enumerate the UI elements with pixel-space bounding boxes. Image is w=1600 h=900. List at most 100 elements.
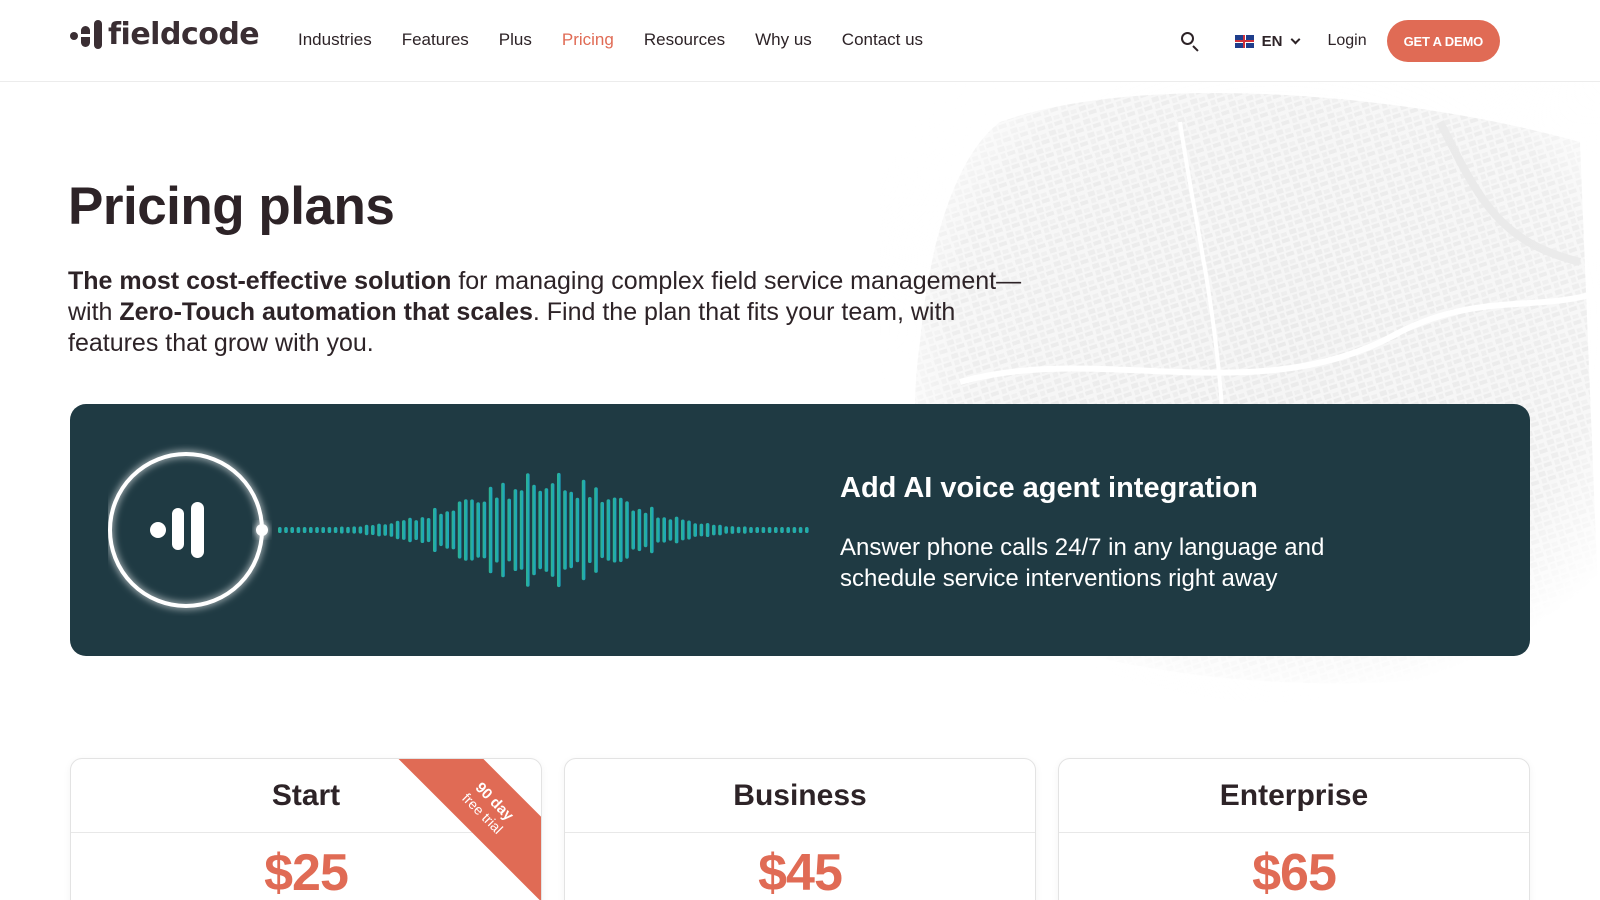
search-icon[interactable] — [1179, 30, 1201, 52]
waveform-bar — [451, 510, 456, 550]
waveform-bar — [705, 523, 710, 537]
voice-waveform-icon — [108, 452, 809, 608]
waveform-bar — [309, 527, 313, 533]
waveform-bar — [674, 516, 679, 544]
plan-name: Business — [565, 759, 1035, 833]
waveform-bar — [736, 526, 741, 534]
waveform-bar — [420, 517, 425, 543]
waveform-bar — [767, 527, 772, 533]
waveform-bar — [333, 527, 338, 533]
waveform-bar — [656, 517, 660, 543]
waveform-bar — [600, 501, 604, 559]
waveform-bar — [395, 520, 400, 540]
waveform-bar — [402, 520, 406, 540]
plan-card-business[interactable]: Business $45 — [564, 758, 1036, 900]
waveform-bar — [358, 526, 363, 534]
waveform-bar — [743, 526, 747, 534]
waveform-bar — [445, 511, 449, 549]
waveform-bar — [798, 527, 803, 533]
waveform-bar — [619, 497, 623, 563]
waveform-bar — [612, 497, 617, 563]
nav-item-why-us[interactable]: Why us — [755, 28, 812, 52]
waveform-bar — [749, 527, 753, 533]
waveform-bar — [302, 527, 307, 533]
waveform-bar — [606, 499, 611, 561]
page-title: Pricing plans — [68, 177, 395, 236]
waveform-bar — [774, 527, 778, 533]
uk-flag-icon — [1234, 34, 1254, 48]
waveform-bar — [687, 520, 691, 540]
waveform-bar — [662, 517, 666, 543]
plan-price: $25 — [264, 844, 349, 900]
waveform-bar — [464, 499, 468, 561]
waveform-bar — [346, 526, 350, 534]
waveform-bar — [389, 523, 394, 537]
waveform-bar — [470, 499, 474, 561]
waveform-bar — [482, 501, 487, 559]
main-nav: Industries Features Plus Pricing Resourc… — [298, 28, 923, 52]
waveform-bar — [495, 497, 499, 563]
brand-name: fieldcode — [108, 17, 260, 52]
hero-bold-2: Zero-Touch automation that scales — [119, 298, 533, 326]
waveform-bar — [581, 479, 586, 581]
waveform-bar — [631, 510, 635, 550]
waveform-bar — [278, 527, 282, 533]
nav-item-pricing[interactable]: Pricing — [562, 28, 614, 52]
waveform-bar — [408, 517, 412, 543]
waveform-bar — [792, 527, 797, 533]
waveform-bar — [650, 506, 654, 554]
waveform-bar — [284, 527, 288, 533]
waveform-bar — [340, 526, 344, 534]
pricing-cards: Start $25 90 day free trial Business $45… — [70, 758, 1530, 900]
waveform-bar — [457, 501, 462, 559]
banner-description: Answer phone calls 24/7 in any language … — [840, 534, 1325, 592]
waveform-bar — [588, 497, 592, 563]
waveform-bar — [488, 486, 493, 574]
plan-card-start[interactable]: Start $25 90 day free trial — [70, 758, 542, 900]
hero-description: The most cost-effective solution for man… — [68, 266, 1028, 359]
waveform-bar — [371, 525, 375, 535]
waveform-bar — [364, 524, 369, 536]
nav-item-plus[interactable]: Plus — [499, 28, 532, 52]
waveform-bar — [693, 523, 697, 537]
waveform-bar — [780, 527, 784, 533]
nav-item-industries[interactable]: Industries — [298, 28, 372, 52]
waveform-bar — [637, 508, 642, 552]
waveform-bar — [414, 520, 418, 540]
waveform-bar — [755, 527, 759, 533]
language-selector[interactable]: EN — [1234, 32, 1301, 50]
nav-item-contact-us[interactable]: Contact us — [842, 28, 923, 52]
waveform-bar — [557, 472, 561, 588]
plan-card-enterprise[interactable]: Enterprise $65 — [1058, 758, 1530, 900]
waveform-bar — [681, 519, 685, 541]
waveform-bar — [315, 527, 319, 533]
waveform-bar — [668, 519, 673, 541]
site-header: fieldcode Industries Features Plus Prici… — [0, 0, 1600, 82]
waveform-bar — [712, 524, 716, 536]
nav-item-resources[interactable]: Resources — [644, 28, 725, 52]
waveform-bar — [433, 507, 437, 552]
waveform-bar — [383, 524, 387, 536]
waveform-bar — [544, 488, 549, 572]
login-link[interactable]: Login — [1327, 32, 1366, 50]
waveform-bar — [761, 527, 766, 533]
waveform-bar — [569, 491, 573, 569]
header-actions: EN Login GET A DEMO — [1179, 20, 1500, 62]
waveform-bar — [352, 526, 356, 534]
waveform-bar — [550, 483, 555, 577]
waveform-bar — [699, 523, 704, 537]
waveform-bar — [730, 526, 735, 534]
ai-voice-banner[interactable]: Add AI voice agent integration Answer ph… — [70, 404, 1530, 656]
language-code: EN — [1261, 32, 1283, 50]
waveform-bar — [594, 487, 598, 573]
waveform-bar — [526, 473, 530, 587]
waveform-bar — [513, 489, 518, 571]
waveform-bar — [476, 502, 480, 558]
nav-item-features[interactable]: Features — [402, 28, 469, 52]
hero-bold-1: The most cost-effective solution — [68, 267, 452, 295]
waveform-bar — [786, 527, 790, 533]
fieldcode-logo[interactable]: fieldcode — [68, 17, 260, 52]
plan-name: Enterprise — [1059, 759, 1529, 833]
get-a-demo-button[interactable]: GET A DEMO — [1386, 20, 1500, 62]
waveform-bar — [327, 527, 332, 533]
